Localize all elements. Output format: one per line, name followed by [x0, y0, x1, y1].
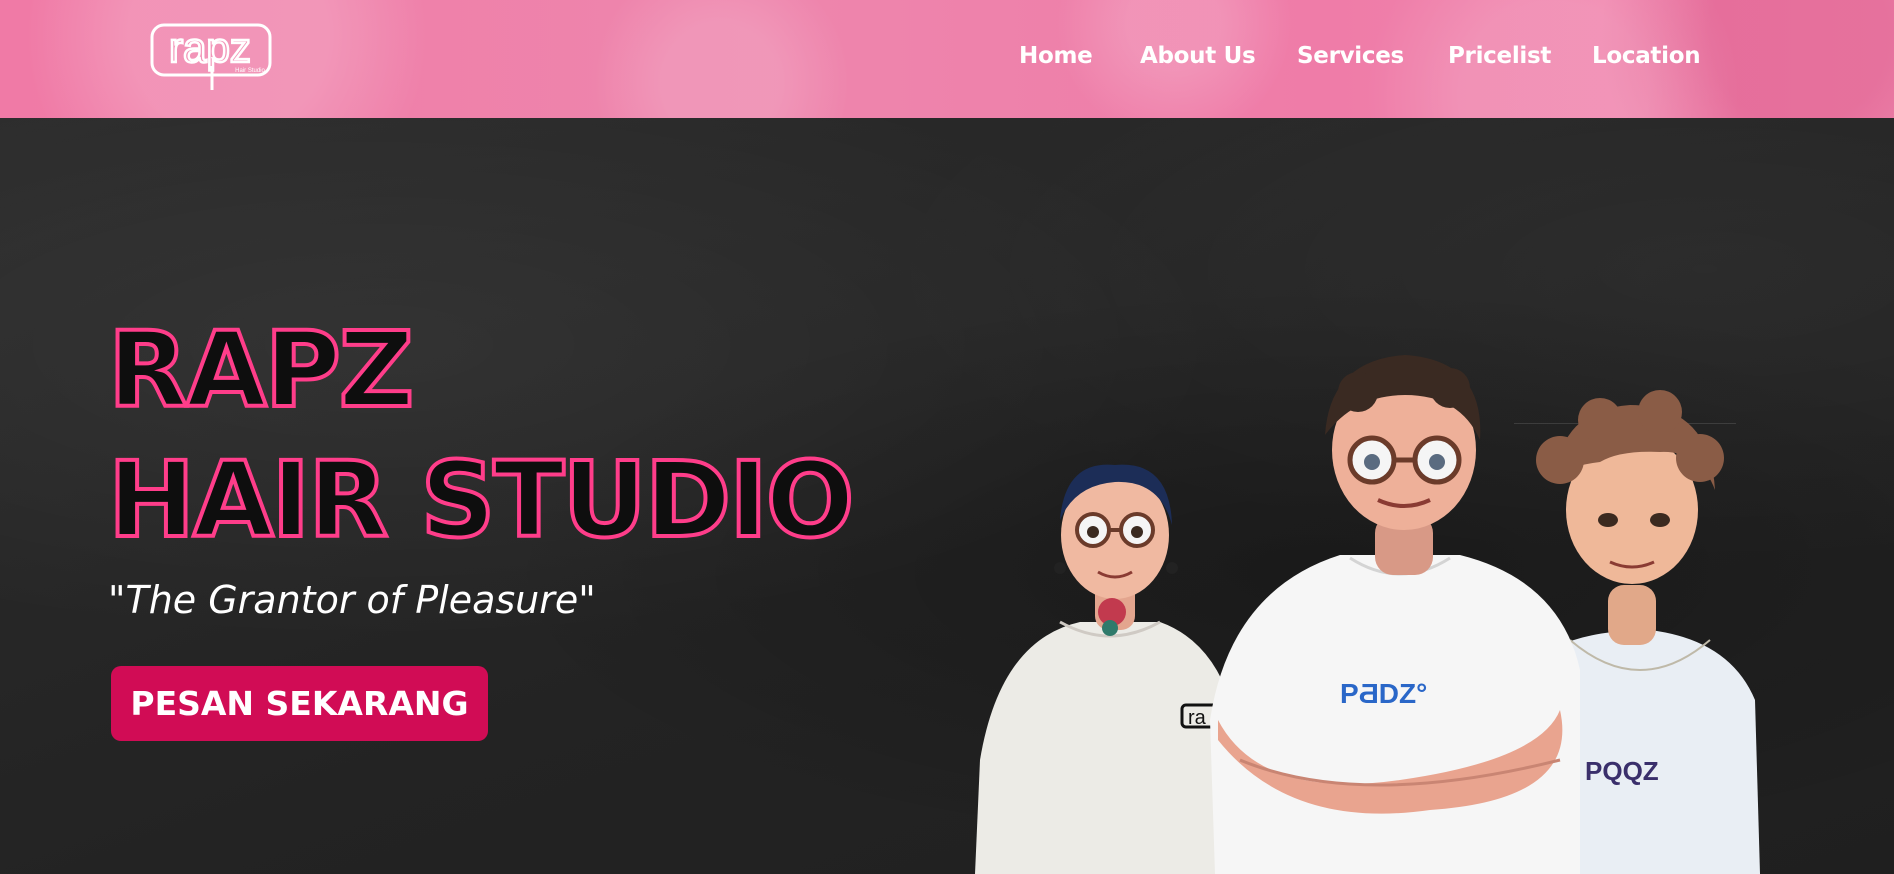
left-barber-figure: ra [975, 464, 1240, 874]
nav-location[interactable]: Location [1592, 43, 1701, 69]
book-now-button[interactable]: PESAN SEKARANG [111, 666, 488, 741]
center-shirt-text: PƋDZ° [1340, 678, 1427, 709]
logo-text: rapz [169, 24, 251, 71]
nav-about-us[interactable]: About Us [1140, 43, 1256, 69]
hero-tagline: "The Grantor of Pleasure" [108, 578, 596, 622]
right-shirt-text: PQQZ [1585, 756, 1659, 786]
barbers-illustration: ra PQQZ PƋDZ° [975, 355, 1760, 874]
nav-pricelist[interactable]: Pricelist [1448, 43, 1551, 69]
center-barber-figure: PƋDZ° [1210, 355, 1580, 874]
hero-title-line1: RAPZ [106, 309, 416, 431]
hero-title-line2: HAIR STUDIO [106, 439, 856, 561]
nav-home[interactable]: Home [1019, 43, 1093, 69]
left-shirt-text: ra [1188, 707, 1207, 729]
nav-services[interactable]: Services [1297, 43, 1404, 69]
logo-subtext: Hair Studio [235, 68, 265, 74]
rapz-logo[interactable]: rapz Hair Studio [150, 22, 272, 92]
site-header: rapz Hair Studio Home About Us Services … [0, 0, 1894, 118]
